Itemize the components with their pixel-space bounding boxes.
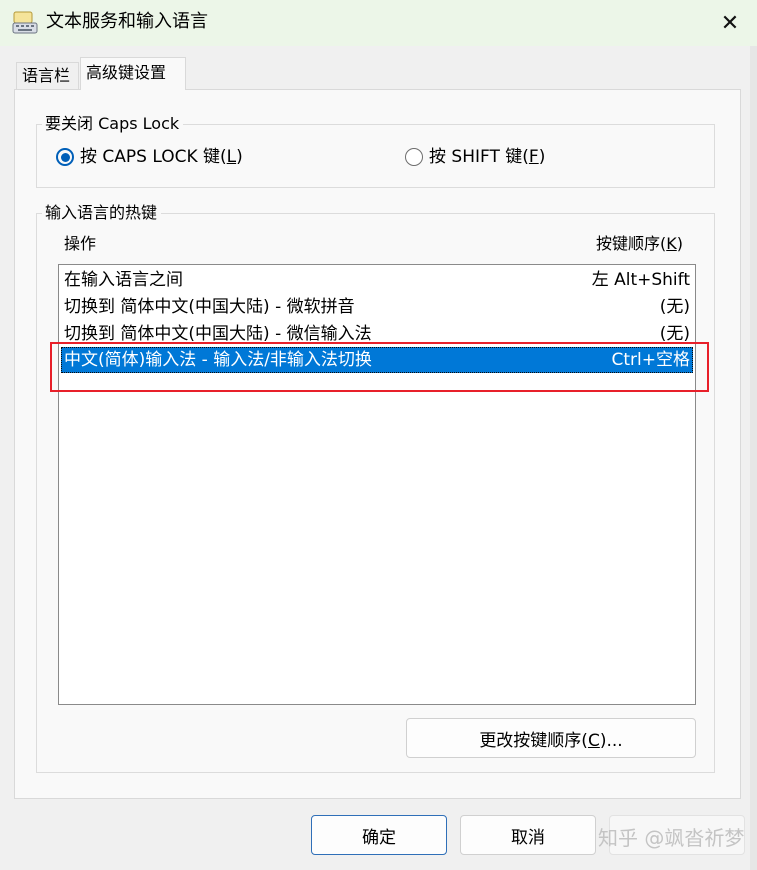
hotkey-keys: 左 Alt+Shift: [591, 270, 690, 290]
background-window-edge: [750, 46, 757, 870]
radio-caps-lock-key[interactable]: 按 CAPS LOCK 键(L): [56, 146, 243, 168]
hotkey-action: 切换到 简体中文(中国大陆) - 微软拼音: [64, 297, 355, 317]
hotkey-keys: (无): [659, 324, 690, 344]
list-item[interactable]: 切换到 简体中文(中国大陆) - 微信输入法 (无): [61, 321, 693, 347]
hotkey-group-label: 输入语言的热键: [42, 203, 162, 223]
hotkey-keys: Ctrl+空格: [611, 350, 691, 370]
hotkey-list[interactable]: 在输入语言之间 左 Alt+Shift 切换到 简体中文(中国大陆) - 微软拼…: [58, 264, 696, 705]
title-bar: 文本服务和输入语言 ✕: [0, 0, 757, 46]
column-header-key-sequence: 按键顺序(K): [596, 234, 683, 253]
radio-shift-key[interactable]: 按 SHIFT 键(F): [405, 146, 545, 168]
radio-unchecked-icon: [405, 148, 423, 166]
tab-advanced-key-settings[interactable]: 高级键设置: [80, 57, 186, 90]
ok-button[interactable]: 确定: [311, 815, 447, 855]
caps-lock-group-label: 要关闭 Caps Lock: [42, 114, 184, 134]
radio-shift-label: 按 SHIFT 键(F): [429, 147, 546, 167]
keyboard-app-icon: [12, 11, 38, 34]
radio-caps-lock-label: 按 CAPS LOCK 键(L): [80, 147, 243, 167]
column-header-action: 操作: [64, 234, 97, 253]
change-key-sequence-button[interactable]: 更改按键顺序(C)...: [406, 718, 696, 758]
hotkey-keys: (无): [659, 297, 690, 317]
cancel-button[interactable]: 取消: [460, 815, 596, 855]
hotkey-action: 中文(简体)输入法 - 输入法/非输入法切换: [64, 350, 372, 370]
list-item[interactable]: 在输入语言之间 左 Alt+Shift: [61, 267, 693, 293]
close-icon: ✕: [720, 10, 740, 36]
list-item[interactable]: 切换到 简体中文(中国大陆) - 微软拼音 (无): [61, 294, 693, 320]
hotkey-action: 切换到 简体中文(中国大陆) - 微信输入法: [64, 324, 372, 344]
watermark: 知乎 @飒沓祈梦: [598, 826, 745, 850]
radio-checked-icon: [56, 148, 74, 166]
change-key-sequence-label: 更改按键顺序(C)...: [479, 730, 623, 751]
tab-language-bar[interactable]: 语言栏: [16, 62, 79, 90]
close-button[interactable]: ✕: [712, 8, 748, 38]
hotkey-action: 在输入语言之间: [64, 270, 183, 290]
window-title: 文本服务和输入语言: [46, 11, 208, 32]
list-item-selected[interactable]: 中文(简体)输入法 - 输入法/非输入法切换 Ctrl+空格: [61, 347, 693, 373]
